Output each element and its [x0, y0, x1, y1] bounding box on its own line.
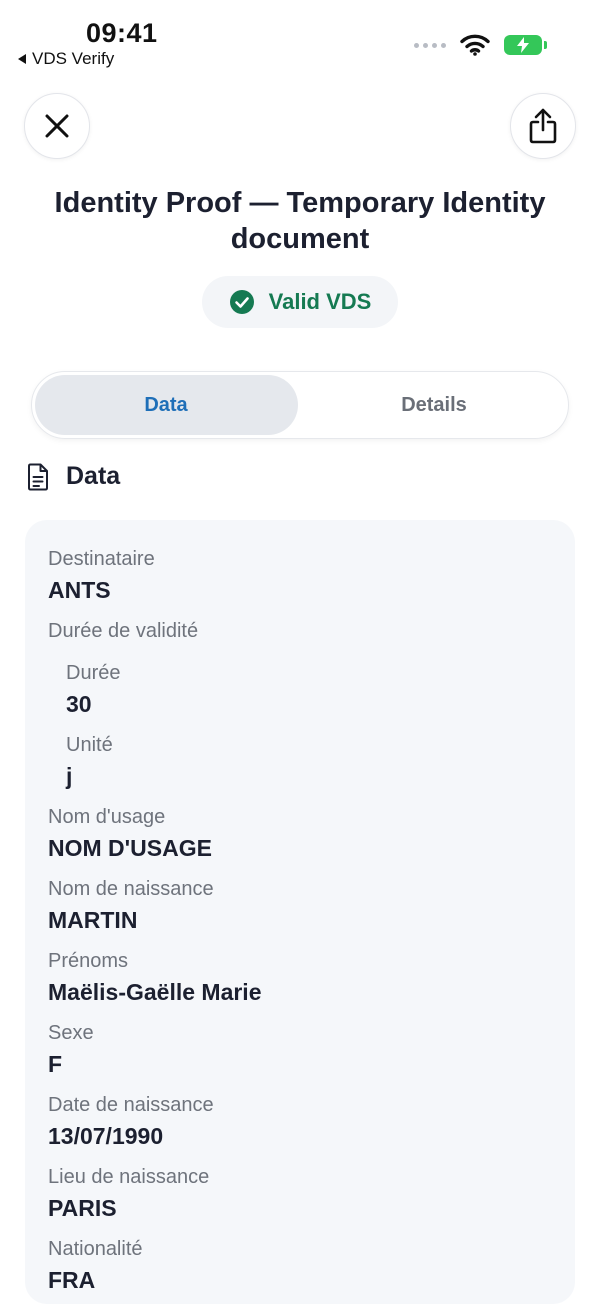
field-label: Unité	[66, 734, 113, 756]
field-date-naissance: Date de naissance 13/07/1990	[25, 1090, 575, 1162]
field-label: Lieu de naissance	[48, 1166, 210, 1188]
field-value: MARTIN	[48, 907, 138, 933]
field-label: Nom de naissance	[48, 878, 214, 900]
field-value: Maëlis-Gaëlle Marie	[48, 979, 262, 1005]
field-label: Prénoms	[48, 950, 129, 972]
status-indicators	[414, 34, 547, 56]
field-duree: Durée 30	[25, 658, 575, 730]
tab-details[interactable]: Details	[300, 372, 568, 438]
tab-bar: Data Details	[31, 371, 569, 439]
share-icon	[529, 108, 557, 144]
tab-data[interactable]: Data	[32, 372, 300, 438]
field-value: F	[48, 1051, 63, 1077]
field-value: FRA	[48, 1267, 96, 1293]
close-icon	[45, 114, 69, 138]
group-label-duree-validite: Durée de validité	[48, 620, 199, 642]
field-nationalite: Nationalité FRA	[25, 1234, 575, 1305]
page-title: Identity Proof — Temporary Identity docu…	[54, 187, 546, 255]
document-icon	[28, 463, 48, 490]
field-label: Date de naissance	[48, 1094, 214, 1116]
field-nom-naissance: Nom de naissance MARTIN	[25, 874, 575, 946]
field-label: Nom d'usage	[48, 806, 166, 828]
battery-charging-icon	[504, 35, 547, 55]
field-lieu-naissance: Lieu de naissance PARIS	[25, 1162, 575, 1234]
field-value: ANTS	[48, 577, 111, 603]
field-label: Sexe	[48, 1022, 94, 1044]
field-prenoms: Prénoms Maëlis-Gaëlle Marie	[25, 946, 575, 1018]
section-title: Data	[66, 462, 121, 490]
field-nom-usage: Nom d'usage NOM D'USAGE	[25, 802, 575, 874]
back-app-label: VDS Verify	[32, 49, 115, 68]
field-value: 13/07/1990	[48, 1123, 164, 1149]
field-value: PARIS	[48, 1195, 117, 1221]
status-badge-label: Valid VDS	[268, 289, 372, 314]
field-value: j	[66, 763, 73, 789]
field-unite: Unité j	[25, 730, 575, 802]
field-label: Nationalité	[48, 1238, 143, 1260]
status-time: 09:41	[86, 18, 158, 48]
cellular-signal-icon	[414, 42, 446, 48]
check-circle-icon	[229, 290, 254, 314]
back-triangle-icon	[18, 54, 26, 64]
field-value: 30	[66, 691, 92, 717]
field-destinataire: Destinataire ANTS	[25, 544, 575, 616]
field-sexe: Sexe F	[25, 1018, 575, 1090]
field-label: Durée	[66, 662, 121, 684]
close-button[interactable]	[24, 93, 90, 159]
status-badge: Valid VDS	[202, 276, 398, 328]
wifi-icon	[460, 34, 490, 56]
field-value: NOM D'USAGE	[48, 835, 212, 861]
section-header: Data	[26, 462, 120, 491]
share-button[interactable]	[510, 93, 576, 159]
data-card: Destinataire ANTS Durée de validité Duré…	[25, 520, 575, 1304]
screen: 09:41 VDS Verify Identity Proof — Tempor…	[0, 0, 600, 1305]
field-label: Destinataire	[48, 548, 155, 570]
back-to-app-link[interactable]: VDS Verify	[18, 49, 114, 69]
